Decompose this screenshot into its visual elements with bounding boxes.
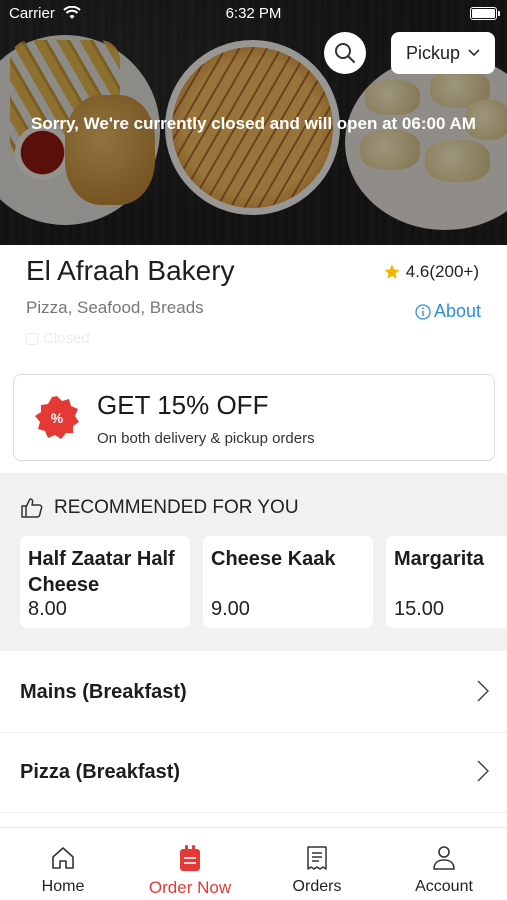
tab-orders[interactable]: Orders	[254, 828, 380, 900]
item-price: 8.00	[28, 598, 67, 620]
item-price: 15.00	[394, 598, 445, 620]
about-link[interactable]: About	[415, 301, 481, 322]
recommended-item[interactable]: Half Zaatar Half Cheese 8.00	[20, 536, 190, 628]
rating-value: 4.6(200+)	[405, 262, 479, 281]
chevron-down-icon	[468, 49, 480, 57]
battery-icon	[470, 7, 500, 20]
item-name: Margarita	[394, 548, 485, 570]
tab-account[interactable]: Account	[381, 828, 507, 900]
store-name: El Afraah Bakery	[26, 255, 235, 286]
category-row[interactable]: Mains (Breakfast)	[0, 653, 507, 733]
store-rating: 4.6(200+)	[383, 262, 479, 282]
tab-label: Account	[415, 878, 473, 895]
pickup-dropdown[interactable]: Pickup	[391, 32, 495, 74]
item-price: 9.00	[211, 598, 250, 620]
recommended-heading: RECOMMENDED FOR YOU	[20, 497, 299, 519]
promo-card[interactable]: % GET 15% OFF On both delivery & pickup …	[13, 374, 495, 461]
tab-label: Orders	[292, 878, 342, 895]
about-label: About	[433, 301, 481, 321]
status-bar: Carrier 6:32 PM	[0, 0, 507, 28]
thumbs-up-icon	[21, 498, 43, 518]
order-bag-icon	[180, 845, 200, 871]
search-icon	[335, 43, 355, 63]
svg-text:%: %	[51, 410, 64, 426]
item-name: Cheese Kaak	[211, 548, 336, 570]
category-row[interactable]: Pizza (Breakfast)	[0, 733, 507, 813]
receipt-icon	[307, 846, 327, 870]
discount-badge-icon: %	[35, 396, 79, 439]
recommended-title: RECOMMENDED FOR YOU	[54, 497, 299, 518]
item-name: Half Zaatar Half Cheese	[28, 548, 175, 596]
person-icon	[433, 846, 455, 870]
category-label: Mains (Breakfast)	[20, 681, 187, 703]
store-status: Closed	[26, 330, 90, 347]
category-label: Pizza (Breakfast)	[20, 761, 181, 783]
clock-icon	[26, 332, 38, 345]
store-cuisines: Pizza, Seafood, Breads	[26, 298, 204, 317]
chevron-right-icon	[477, 760, 489, 782]
recommended-item[interactable]: Margarita 15.00	[386, 536, 507, 628]
search-button[interactable]	[324, 32, 366, 74]
recommended-section: RECOMMENDED FOR YOU Half Zaatar Half Che…	[0, 473, 507, 651]
tab-home[interactable]: Home	[0, 828, 126, 900]
store-status-label: Closed	[43, 330, 90, 347]
promo-title: GET 15% OFF	[97, 390, 269, 420]
tab-label: Home	[41, 878, 85, 895]
tab-order-now[interactable]: Order Now	[127, 828, 253, 900]
home-icon	[52, 847, 74, 869]
pickup-label: Pickup	[405, 42, 461, 63]
closed-message: Sorry, We're currently closed and will o…	[31, 114, 476, 133]
tab-label: Order Now	[148, 878, 232, 897]
hero-banner: Carrier 6:32 PM Pickup Sorry, We're curr…	[0, 0, 507, 245]
chevron-right-icon	[477, 680, 489, 702]
recommended-item[interactable]: Cheese Kaak 9.00	[203, 536, 373, 628]
promo-subtitle: On both delivery & pickup orders	[97, 430, 315, 447]
star-icon	[384, 264, 400, 279]
info-icon	[415, 303, 431, 320]
bottom-tab-bar: Home Order Now Orders Account	[0, 827, 507, 900]
clock: 6:32 PM	[225, 5, 282, 22]
